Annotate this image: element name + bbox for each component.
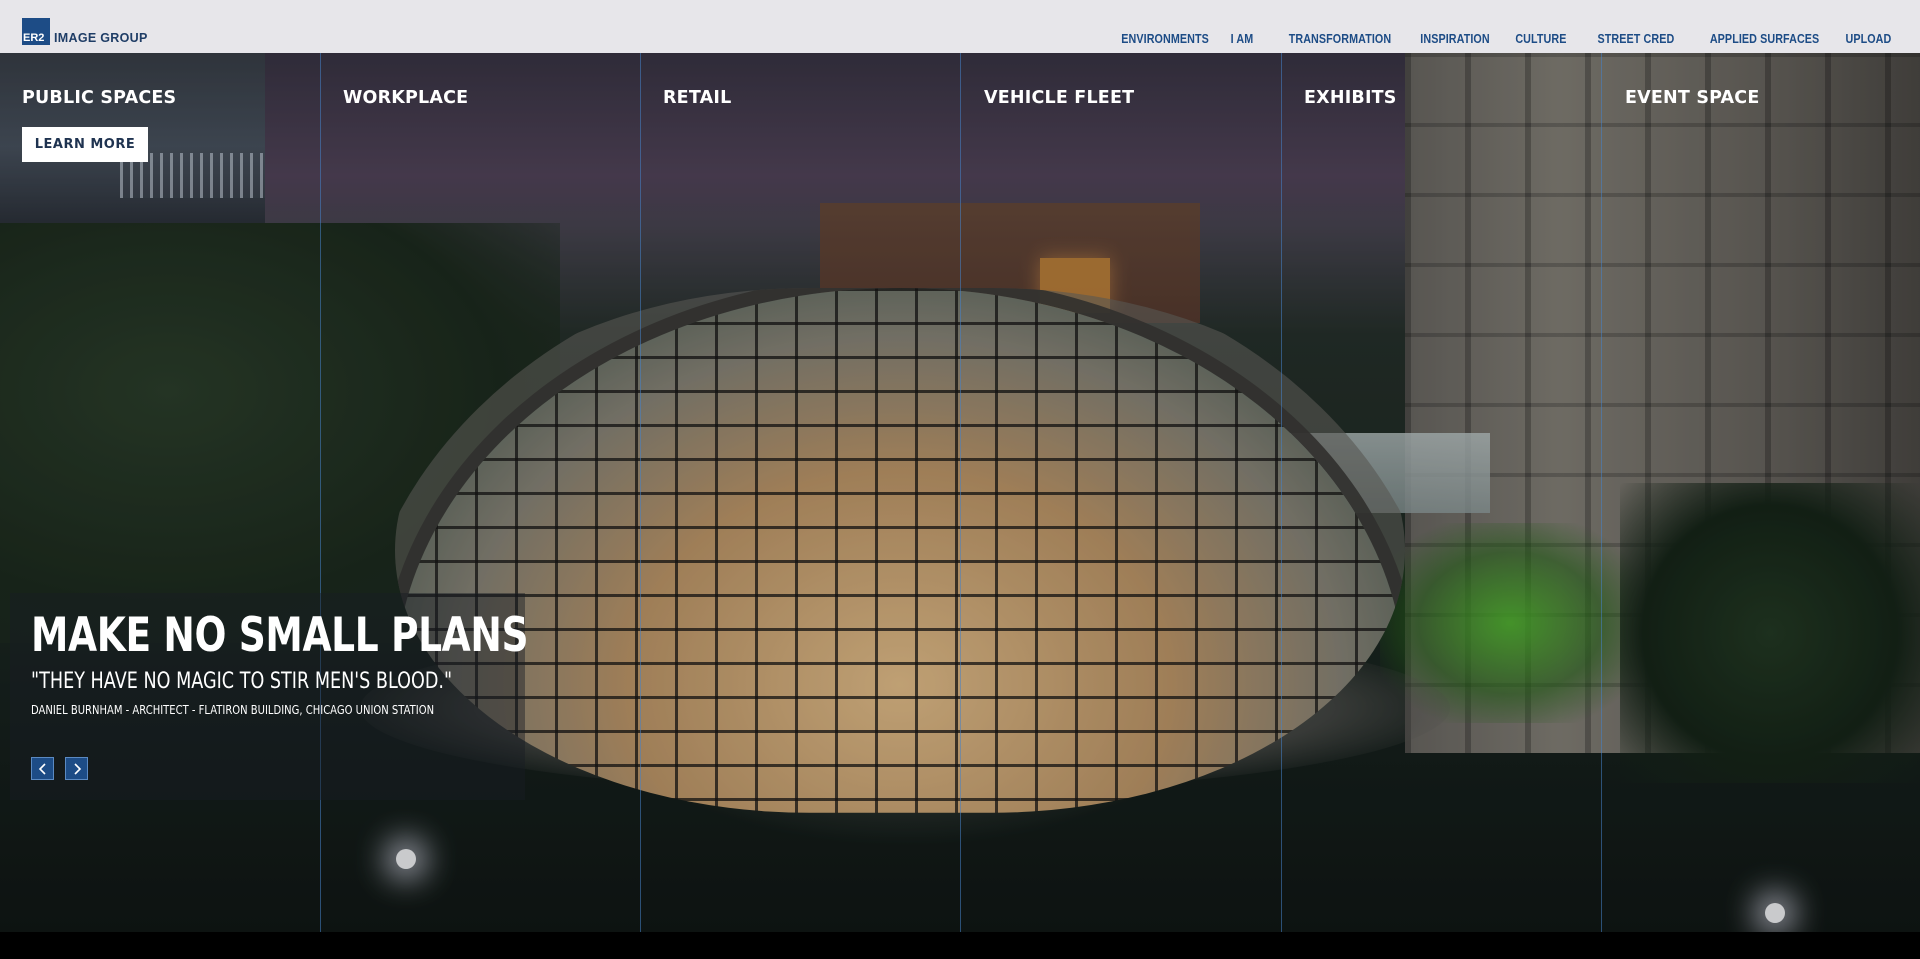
nav-item-applied-surfaces[interactable]: APPLIED SURFACES [1710, 32, 1820, 46]
category-workplace[interactable]: WORKPLACE [343, 88, 468, 108]
category-vehicle-fleet[interactable]: VEHICLE FLEET [984, 88, 1134, 108]
column-divider [960, 53, 961, 932]
column-divider [1601, 53, 1602, 932]
hero-subquote: "THEY HAVE NO MAGIC TO STIR MEN'S BLOOD.… [31, 669, 453, 694]
main-nav: ENVIRONMENTS I AM TRANSFORMATION INSPIRA… [1107, 32, 1891, 46]
next-slide-button[interactable] [65, 757, 88, 780]
column-divider [320, 53, 321, 932]
nav-item-i-am[interactable]: I AM [1231, 32, 1254, 46]
nav-item-transformation[interactable]: TRANSFORMATION [1288, 32, 1391, 46]
bottom-bar [0, 932, 1920, 959]
chevron-right-icon [73, 762, 81, 775]
nav-item-inspiration[interactable]: INSPIRATION [1420, 32, 1489, 46]
chevron-left-icon [38, 762, 46, 775]
category-event-space[interactable]: EVENT SPACE [1625, 88, 1760, 108]
site-header: ER2 IMAGE GROUP ENVIRONMENTS I AM TRANSF… [0, 0, 1920, 53]
nav-item-environments[interactable]: ENVIRONMENTS [1122, 32, 1210, 46]
nav-item-street-cred[interactable]: STREET CRED [1597, 32, 1674, 46]
nav-item-culture[interactable]: CULTURE [1516, 32, 1567, 46]
hero-section: PUBLIC SPACES WORKPLACE RETAIL VEHICLE F… [0, 53, 1920, 932]
category-retail[interactable]: RETAIL [663, 88, 731, 108]
nav-item-upload[interactable]: UPLOAD [1845, 32, 1891, 46]
hero-headline: MAKE NO SMALL PLANS [31, 608, 529, 663]
logo-text: IMAGE GROUP [54, 30, 148, 45]
category-public-spaces[interactable]: PUBLIC SPACES [22, 88, 176, 108]
learn-more-button[interactable]: LEARN MORE [22, 127, 148, 162]
logo[interactable]: ER2 IMAGE GROUP [22, 18, 148, 45]
prev-slide-button[interactable] [31, 757, 54, 780]
logo-mark: ER2 [22, 18, 50, 45]
column-divider [640, 53, 641, 932]
category-exhibits[interactable]: EXHIBITS [1304, 88, 1397, 108]
hero-attribution: DANIEL BURNHAM - ARCHITECT - FLATIRON BU… [31, 702, 435, 717]
column-divider [1281, 53, 1282, 932]
